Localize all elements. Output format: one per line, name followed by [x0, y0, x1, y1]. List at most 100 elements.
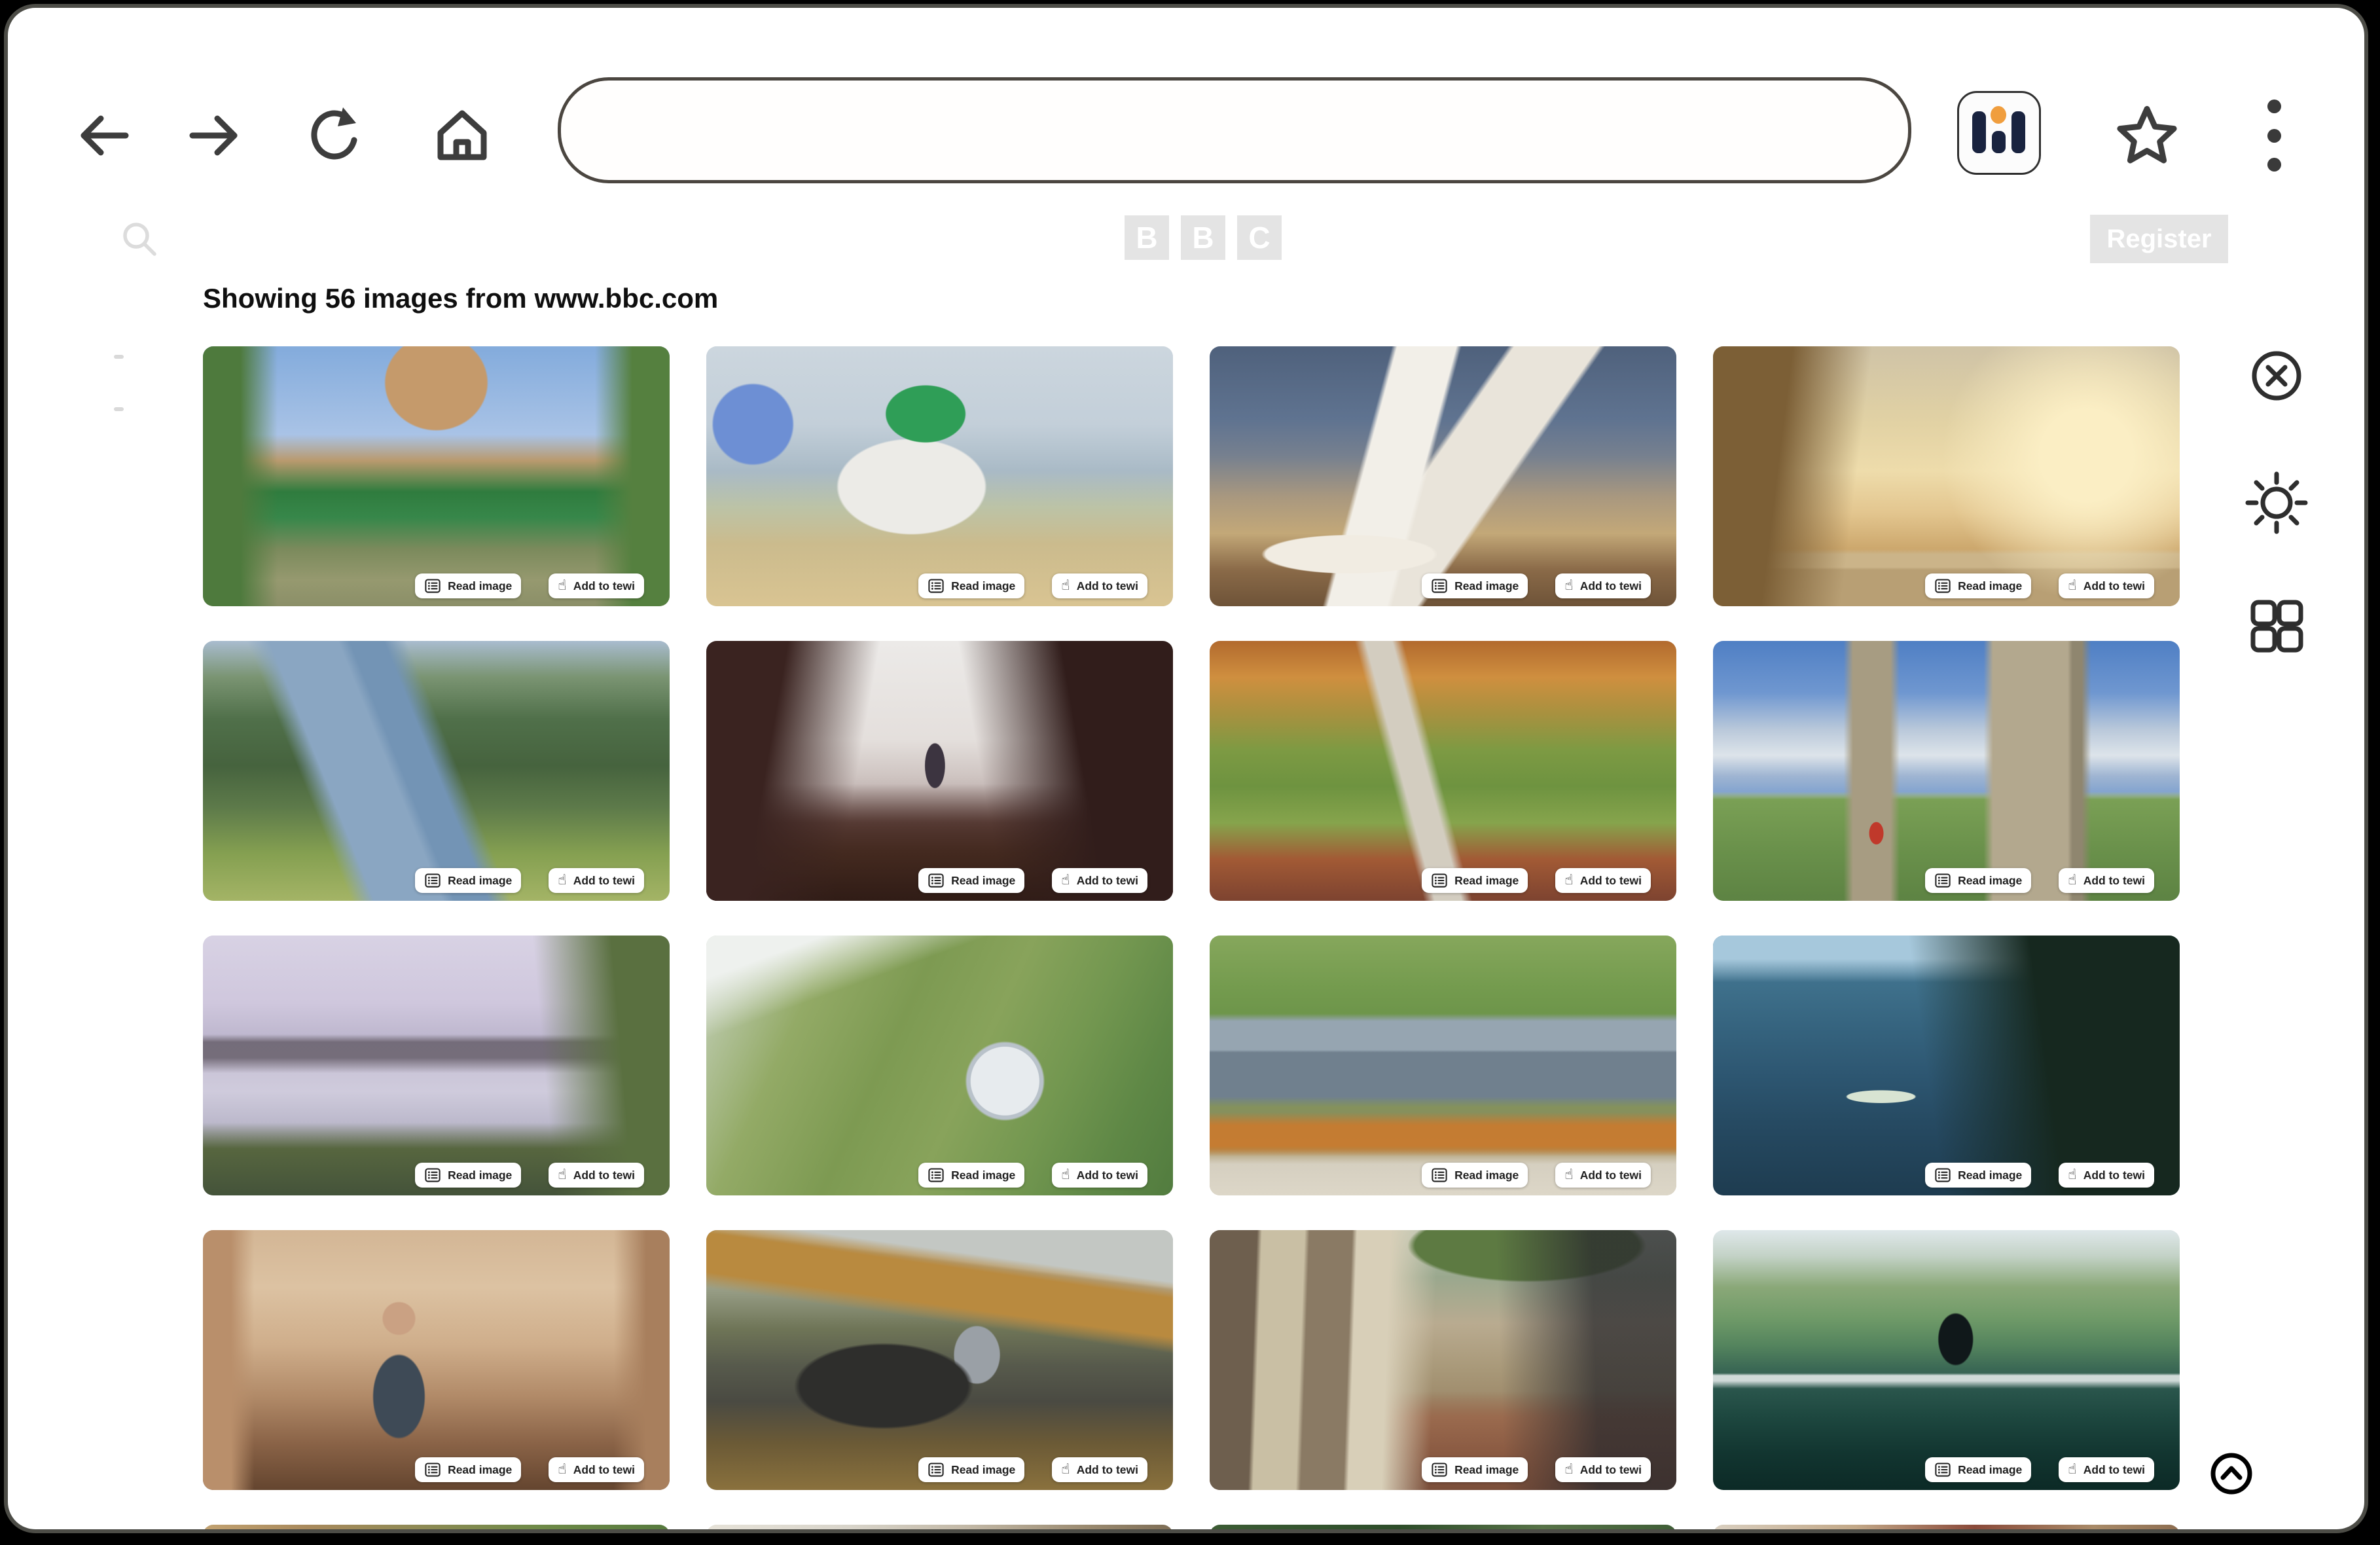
- image-card[interactable]: Read image ☝ Add to tewi: [1713, 1525, 2180, 1533]
- add-to-tewi-button[interactable]: ☝ Add to tewi: [2059, 1163, 2154, 1188]
- read-image-label: Read image: [1958, 1463, 2022, 1477]
- read-image-button[interactable]: Read image: [1925, 1163, 2031, 1188]
- card-photo[interactable]: [1713, 641, 2180, 901]
- image-card[interactable]: Read image ☝ Add to tewi: [203, 1230, 670, 1490]
- bookmark-star-icon[interactable]: [2114, 103, 2180, 169]
- read-image-button[interactable]: Read image: [1422, 868, 1528, 893]
- read-image-icon: [928, 577, 945, 594]
- add-to-tewi-button[interactable]: ☝ Add to tewi: [549, 573, 644, 598]
- scroll-to-top-button[interactable]: [2209, 1451, 2254, 1497]
- card-photo[interactable]: [706, 346, 1173, 606]
- card-actions: Read image ☝ Add to tewi: [918, 573, 1147, 598]
- image-card[interactable]: Read image ☝ Add to tewi: [203, 936, 670, 1195]
- read-image-button[interactable]: Read image: [918, 1457, 1024, 1482]
- card-actions: Read image ☝ Add to tewi: [415, 573, 644, 598]
- close-overlay-icon[interactable]: [2250, 350, 2303, 402]
- add-to-tewi-label: Add to tewi: [573, 1169, 635, 1182]
- read-image-button[interactable]: Read image: [1925, 868, 2031, 893]
- read-image-button[interactable]: Read image: [918, 868, 1024, 893]
- image-card[interactable]: Read image ☝ Add to tewi: [1713, 1230, 2180, 1490]
- add-to-tewi-button[interactable]: ☝ Add to tewi: [1052, 1163, 1147, 1188]
- home-icon[interactable]: [432, 105, 492, 165]
- image-card[interactable]: Read image ☝ Add to tewi: [203, 1525, 670, 1533]
- read-image-button[interactable]: Read image: [918, 573, 1024, 598]
- read-image-button[interactable]: Read image: [918, 1163, 1024, 1188]
- grid-layout-icon[interactable]: [2246, 596, 2307, 656]
- reload-icon[interactable]: [306, 106, 365, 165]
- read-image-button[interactable]: Read image: [415, 1457, 521, 1482]
- image-card[interactable]: Read image ☝ Add to tewi: [1210, 1230, 1676, 1490]
- add-to-tewi-button[interactable]: ☝ Add to tewi: [2059, 1457, 2154, 1482]
- image-card[interactable]: Read image ☝ Add to tewi: [1713, 641, 2180, 901]
- read-image-icon: [424, 1461, 441, 1478]
- add-to-tewi-label: Add to tewi: [573, 874, 635, 888]
- card-photo[interactable]: [203, 1230, 670, 1490]
- read-image-label: Read image: [1958, 1169, 2022, 1182]
- card-photo[interactable]: [203, 1525, 670, 1533]
- card-photo[interactable]: [203, 346, 670, 606]
- add-to-tewi-button[interactable]: ☝ Add to tewi: [1052, 573, 1147, 598]
- add-to-tewi-button[interactable]: ☝ Add to tewi: [2059, 868, 2154, 893]
- hand-pointer-icon: ☝: [558, 579, 566, 593]
- add-to-tewi-button[interactable]: ☝ Add to tewi: [1555, 1163, 1651, 1188]
- read-image-label: Read image: [1958, 874, 2022, 888]
- image-card[interactable]: Read image ☝ Add to tewi: [203, 641, 670, 901]
- url-address-bar[interactable]: [558, 77, 1911, 183]
- image-card[interactable]: Read image ☝ Add to tewi: [1210, 1525, 1676, 1533]
- read-image-button[interactable]: Read image: [415, 573, 521, 598]
- add-to-tewi-button[interactable]: ☝ Add to tewi: [549, 1457, 644, 1482]
- image-card[interactable]: Read image ☝ Add to tewi: [1210, 641, 1676, 901]
- image-card[interactable]: Read image ☝ Add to tewi: [1713, 936, 2180, 1195]
- image-card[interactable]: Read image ☝ Add to tewi: [1210, 346, 1676, 606]
- card-photo[interactable]: [706, 936, 1173, 1195]
- card-photo[interactable]: [1713, 346, 2180, 606]
- card-photo[interactable]: [1210, 936, 1676, 1195]
- read-image-icon: [1431, 1167, 1448, 1184]
- bbc-letter-block: B: [1125, 215, 1169, 260]
- card-photo[interactable]: [706, 641, 1173, 901]
- add-to-tewi-button[interactable]: ☝ Add to tewi: [549, 1163, 644, 1188]
- add-to-tewi-label: Add to tewi: [1580, 1463, 1642, 1477]
- read-image-button[interactable]: Read image: [1422, 1163, 1528, 1188]
- add-to-tewi-button[interactable]: ☝ Add to tewi: [1555, 573, 1651, 598]
- card-photo[interactable]: [1210, 1525, 1676, 1533]
- image-card[interactable]: Read image ☝ Add to tewi: [706, 346, 1173, 606]
- add-to-tewi-button[interactable]: ☝ Add to tewi: [2059, 573, 2154, 598]
- image-card[interactable]: Read image ☝ Add to tewi: [203, 346, 670, 606]
- read-image-button[interactable]: Read image: [1422, 573, 1528, 598]
- read-image-button[interactable]: Read image: [1925, 573, 2031, 598]
- card-photo[interactable]: [706, 1525, 1173, 1533]
- card-photo[interactable]: [1713, 1525, 2180, 1533]
- add-to-tewi-button[interactable]: ☝ Add to tewi: [1052, 868, 1147, 893]
- image-card[interactable]: Read image ☝ Add to tewi: [706, 641, 1173, 901]
- card-photo[interactable]: [203, 641, 670, 901]
- forward-icon[interactable]: [186, 106, 245, 165]
- read-image-button[interactable]: Read image: [1925, 1457, 2031, 1482]
- extension-logo-button[interactable]: [1957, 91, 2041, 175]
- card-photo[interactable]: [706, 1230, 1173, 1490]
- image-card[interactable]: Read image ☝ Add to tewi: [706, 936, 1173, 1195]
- card-photo[interactable]: [1210, 641, 1676, 901]
- brightness-sun-icon[interactable]: [2244, 470, 2309, 536]
- add-to-tewi-button[interactable]: ☝ Add to tewi: [1555, 868, 1651, 893]
- read-image-icon: [928, 1461, 945, 1478]
- bbc-letter-block: B: [1181, 215, 1225, 260]
- read-image-button[interactable]: Read image: [415, 868, 521, 893]
- image-card[interactable]: Read image ☝ Add to tewi: [706, 1230, 1173, 1490]
- read-image-button[interactable]: Read image: [1422, 1457, 1528, 1482]
- register-button[interactable]: Register: [2090, 215, 2228, 263]
- card-photo[interactable]: [1210, 346, 1676, 606]
- kebab-menu-icon[interactable]: [2265, 100, 2283, 172]
- image-card[interactable]: Read image ☝ Add to tewi: [1713, 346, 2180, 606]
- card-photo[interactable]: [1210, 1230, 1676, 1490]
- add-to-tewi-button[interactable]: ☝ Add to tewi: [549, 868, 644, 893]
- card-photo[interactable]: [1713, 1230, 2180, 1490]
- card-photo[interactable]: [1713, 936, 2180, 1195]
- read-image-button[interactable]: Read image: [415, 1163, 521, 1188]
- image-card[interactable]: Read image ☝ Add to tewi: [1210, 936, 1676, 1195]
- add-to-tewi-button[interactable]: ☝ Add to tewi: [1555, 1457, 1651, 1482]
- card-photo[interactable]: [203, 936, 670, 1195]
- image-card[interactable]: Read image ☝ Add to tewi: [706, 1525, 1173, 1533]
- add-to-tewi-button[interactable]: ☝ Add to tewi: [1052, 1457, 1147, 1482]
- back-icon[interactable]: [73, 106, 132, 165]
